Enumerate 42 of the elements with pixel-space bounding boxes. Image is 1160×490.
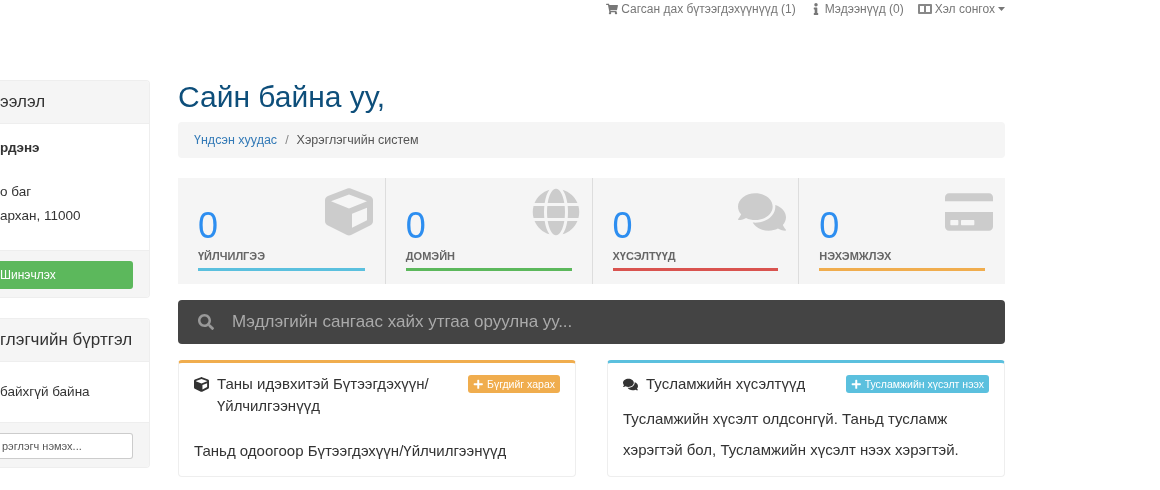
address-line: о баг [0, 183, 33, 201]
search-icon [198, 314, 214, 330]
stat-label: ДОМЭЙН [405, 250, 456, 262]
chat-bubbles-icon [623, 377, 638, 392]
stat-value: 0 [405, 206, 426, 246]
stat-value: 0 [198, 206, 219, 246]
cube-icon [194, 377, 209, 392]
panel-message: Таньд одоогоор Бүтээгдэхүүн/Үйлчилгээнүүд [194, 441, 508, 461]
nav-link[interactable]: Мэдээнүүд (0) [809, 2, 904, 16]
nav-link[interactable]: Сагсан дах бүтээгдэхүүнүүд (1) [606, 2, 796, 16]
stat-tile[interactable]: 0 ҮЙЛЧИЛГЭЭ [178, 178, 385, 284]
search-field[interactable]: Мэдлэгийн сангаас хайх утгаа оруулна уу... [230, 311, 985, 333]
plus-icon [851, 378, 862, 390]
stat-label: НЭХЭМЖЛЭХ [819, 250, 893, 262]
panel-message: Тусламжийн хүсэлт олдсонгүй. Таньд тусламж хэрэгтэй бол, Тусламжийн хүсэлт нээх хэрэгтэй. [623, 409, 960, 460]
plus-icon [473, 378, 484, 390]
search-bar[interactable]: Мэдлэгийн сангаас хайх утгаа оруулна уу... [178, 300, 1005, 344]
stat-value: 0 [819, 206, 840, 246]
cart-icon [606, 3, 619, 15]
breadcrumb-link[interactable]: Хэрэглэгчийн систем [296, 133, 419, 147]
panel-title: Таны идэвхитэй Бүтээгдэхүүн/ Үйлчилгээнүүд [217, 374, 430, 416]
stat-label: ХҮСЭЛТҮҮД [612, 250, 677, 262]
panel-title: Тусламжийн хүсэлтүүд [646, 374, 806, 394]
stat-value: 0 [612, 206, 633, 246]
address-line: архан, 11000 [0, 207, 82, 225]
caret-icon [998, 7, 1005, 11]
update-button[interactable]: Шинэчлэх [0, 261, 133, 289]
stat-label: ҮЙЛЧИЛГЭЭ [198, 250, 266, 262]
nav-link[interactable]: Хэл сонгох [917, 2, 1005, 16]
page-heading: Сайн байна уу, [178, 80, 387, 114]
breadcrumb-link[interactable]: Үндсэн хуудас [194, 133, 278, 147]
stat-tile[interactable]: 0 ДОМЭЙН [384, 178, 592, 284]
name-text: рдэнэ [0, 139, 41, 157]
input-field[interactable]: рэглэгч нэмэх... [0, 433, 133, 459]
panel-title: глэгчийн бүртгэл [0, 319, 149, 362]
globe-icon [531, 188, 580, 236]
stat-tile[interactable]: 0 ХҮСЭЛТҮҮД [591, 178, 799, 284]
cube-icon [324, 188, 373, 236]
empty-message: байхгүй байна [0, 383, 91, 401]
panel-title: ээлэл [0, 81, 149, 124]
stat-tile[interactable]: 0 НЭХЭМЖЛЭХ [798, 178, 1005, 284]
breadcrumb-separator: / [285, 133, 289, 147]
